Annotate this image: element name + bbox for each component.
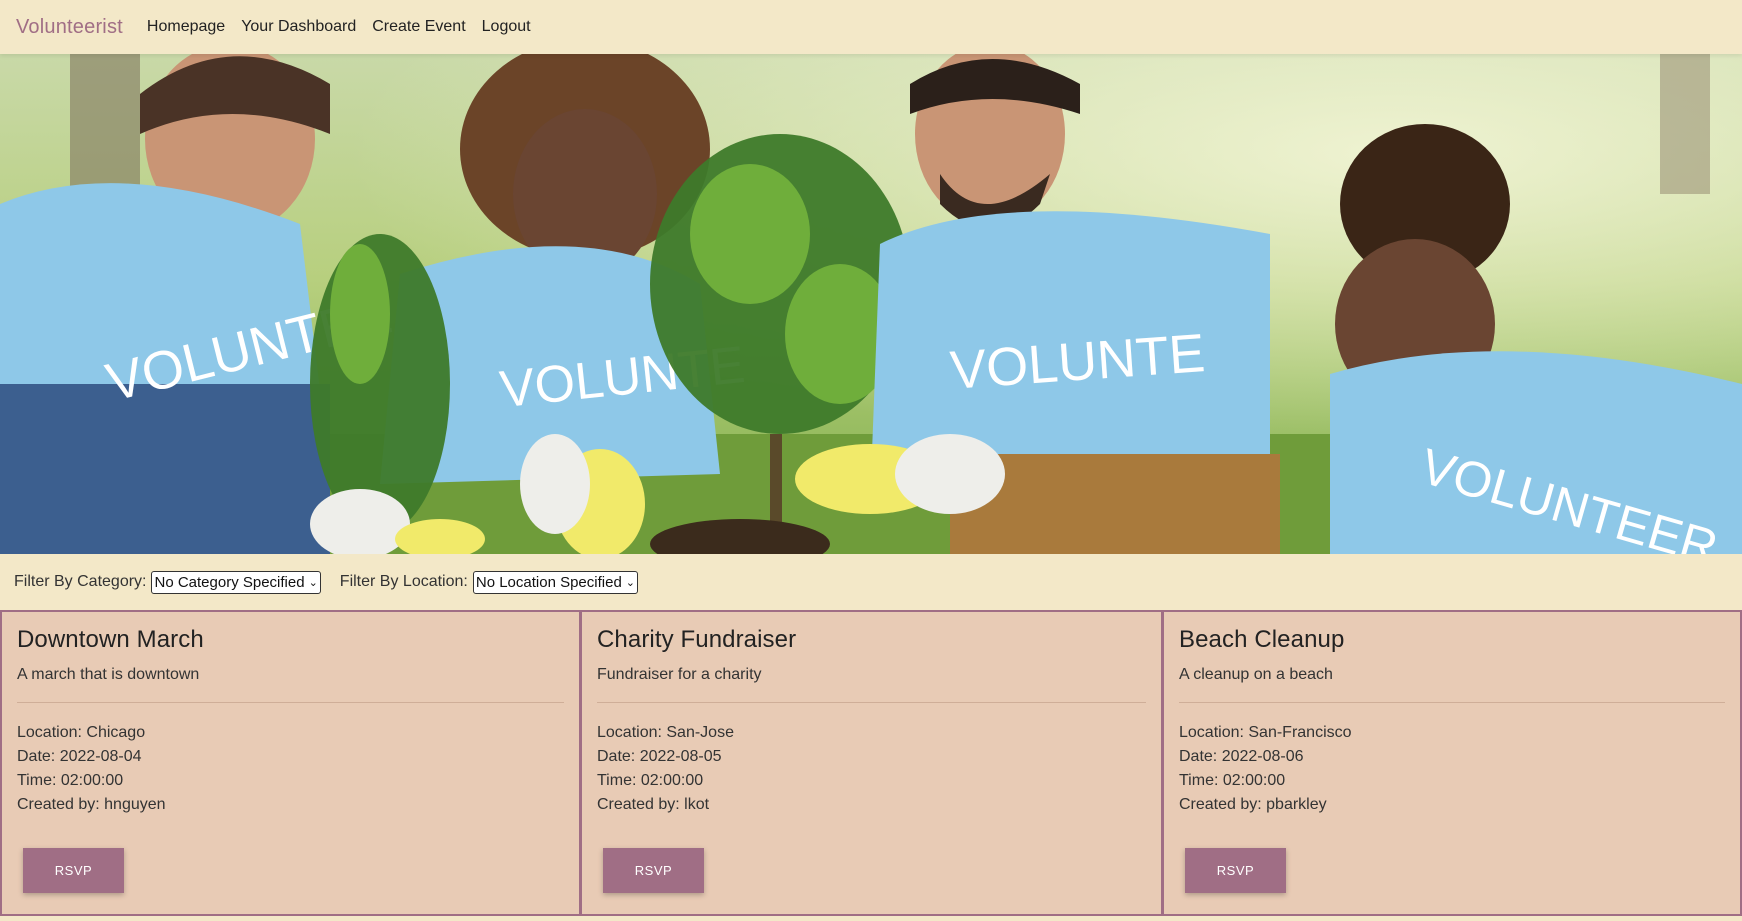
event-card: Beach Cleanup A cleanup on a beach Locat…: [1162, 610, 1742, 916]
event-description: Fundraiser for a charity: [597, 666, 762, 683]
rsvp-button[interactable]: RSVP: [1185, 848, 1286, 893]
category-filter-value: No Category Specified: [154, 573, 305, 591]
event-creator: Created by: pbarkley: [1179, 796, 1327, 813]
event-description: A march that is downtown: [17, 666, 200, 683]
event-time: Time: 02:00:00: [17, 772, 124, 789]
card-divider: [597, 702, 1146, 703]
event-time: Time: 02:00:00: [1179, 772, 1286, 789]
event-date: Date: 2022-08-05: [597, 748, 722, 765]
event-title: Charity Fundraiser: [597, 626, 797, 653]
event-location: Location: Chicago: [17, 724, 146, 741]
nav-dashboard[interactable]: Your Dashboard: [241, 18, 356, 36]
card-divider: [17, 702, 564, 703]
brand-logo-link[interactable]: Volunteerist: [16, 16, 123, 39]
event-card: Downtown March A march that is downtown …: [0, 610, 581, 916]
nav-logout[interactable]: Logout: [482, 18, 531, 36]
event-creator: Created by: hnguyen: [17, 796, 166, 813]
location-filter-label: Filter By Location:: [339, 573, 468, 590]
event-date: Date: 2022-08-04: [17, 748, 142, 765]
category-filter-select[interactable]: No Category Specified ⌄: [151, 570, 321, 594]
card-divider: [1179, 702, 1725, 703]
event-title: Downtown March: [17, 626, 204, 653]
event-location: Location: San-Francisco: [1179, 724, 1352, 741]
event-date: Date: 2022-08-06: [1179, 748, 1304, 765]
event-creator: Created by: lkot: [597, 796, 710, 813]
event-description: A cleanup on a beach: [1179, 666, 1333, 683]
hero-image: VOLUNTEE VOLUNTE VOLUNTE VOLUNTEER: [0, 54, 1742, 554]
top-navbar: Volunteerist Homepage Your Dashboard Cre…: [0, 0, 1742, 54]
nav-homepage[interactable]: Homepage: [147, 18, 225, 36]
event-location: Location: San-Jose: [597, 724, 734, 741]
event-title: Beach Cleanup: [1179, 626, 1345, 653]
event-cards: Downtown March A march that is downtown …: [0, 610, 1742, 918]
hero-volunteers-illustration: VOLUNTEE VOLUNTE VOLUNTE VOLUNTEER: [0, 54, 1742, 554]
category-filter-label: Filter By Category:: [14, 573, 147, 590]
event-time: Time: 02:00:00: [597, 772, 704, 789]
location-filter-select[interactable]: No Location Specified ⌄: [472, 570, 639, 594]
rsvp-button[interactable]: RSVP: [603, 848, 704, 893]
nav-create-event[interactable]: Create Event: [372, 18, 465, 36]
filter-bar: Filter By Category: No Category Specifie…: [0, 554, 1742, 610]
location-filter-value: No Location Specified: [475, 573, 622, 591]
event-card: Charity Fundraiser Fundraiser for a char…: [580, 610, 1163, 916]
chevron-down-icon: ⌄: [625, 576, 636, 589]
chevron-down-icon: ⌄: [308, 576, 318, 589]
rsvp-button[interactable]: RSVP: [23, 848, 124, 893]
